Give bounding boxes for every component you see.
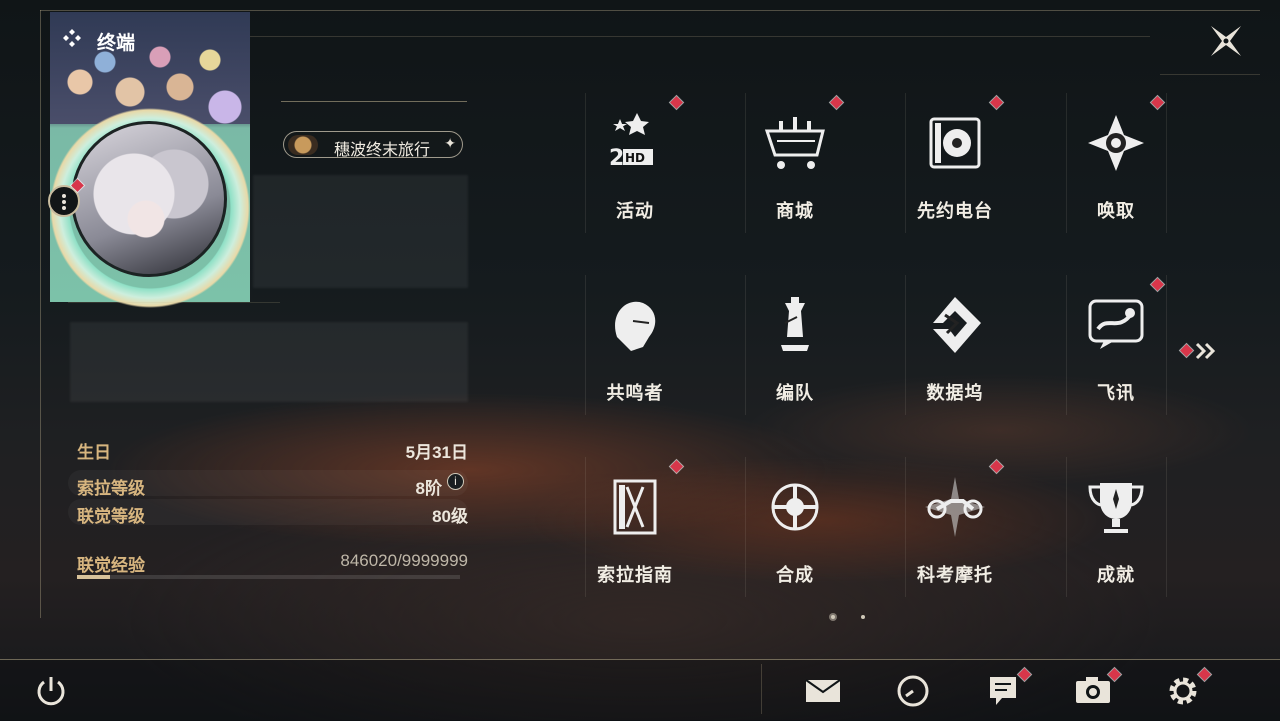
- grid-separator: [585, 275, 586, 415]
- power-icon[interactable]: [30, 670, 72, 712]
- bottom-divider: [761, 664, 762, 714]
- exp-progress-fill: [77, 575, 110, 579]
- grid-item-resonator[interactable]: 共鸣者: [555, 275, 715, 445]
- radio-icon: [929, 117, 981, 169]
- grid-separator: [1166, 275, 1167, 415]
- page-dot[interactable]: [861, 615, 865, 619]
- grid-item-data-bank[interactable]: 数据坞: [875, 275, 1035, 445]
- stat-value-sola-level: 8阶: [415, 479, 442, 498]
- gear-icon[interactable]: [1162, 670, 1204, 712]
- svg-text:2: 2: [609, 146, 624, 171]
- stat-value-union-level: 80级: [432, 507, 468, 526]
- shop-cart-icon: [764, 117, 825, 169]
- grid-item-badge: [830, 96, 843, 109]
- next-page-badge: [1180, 344, 1193, 357]
- grid-item-badge: [1151, 96, 1164, 109]
- grid-item-synthesis[interactable]: 合成: [715, 457, 875, 627]
- stat-label-sola-level: 索拉等级: [77, 479, 145, 498]
- resonator-icon: [615, 301, 656, 351]
- grid-item-badge: [670, 460, 683, 473]
- stat-label-birthday: 生日: [77, 443, 111, 462]
- grid-separator: [905, 93, 906, 233]
- grid-separator: [1166, 457, 1167, 597]
- chess-team-icon: [781, 297, 809, 351]
- frame-top-line: [40, 10, 1260, 11]
- exp-value: 846020/9999999: [340, 551, 468, 570]
- grid-item-label: 数据坞: [926, 383, 984, 403]
- motorcycle-icon: [925, 477, 985, 537]
- grid-item-chat[interactable]: 飞讯: [1036, 275, 1196, 445]
- name-divider: [281, 101, 467, 102]
- grid-separator: [1166, 93, 1167, 233]
- camera-icon[interactable]: [1072, 670, 1114, 712]
- chat-icon: [1088, 299, 1144, 349]
- panel-title: 终端: [97, 33, 136, 54]
- sparkle-icon: ✦: [444, 135, 456, 151]
- grid-item-label: 索拉指南: [597, 565, 673, 585]
- grid-item-badge: [1151, 278, 1164, 291]
- grid-separator: [585, 457, 586, 597]
- exp-label: 联觉经验: [77, 556, 145, 575]
- grid-separator: [745, 275, 746, 415]
- grid-separator: [1066, 93, 1067, 233]
- grid-item-shop-cart[interactable]: 商城: [715, 93, 875, 263]
- grid-separator: [745, 93, 746, 233]
- grid-item-chess-team[interactable]: 编队: [715, 275, 875, 445]
- svg-text:HD: HD: [625, 151, 645, 165]
- avatar[interactable]: [71, 121, 227, 277]
- stat-value-birthday: 5月31日: [405, 443, 468, 462]
- grid-item-badge: [990, 460, 1003, 473]
- grid-separator: [905, 457, 906, 597]
- grid-item-label: 活动: [616, 201, 654, 221]
- data-bank-icon: [933, 297, 981, 353]
- event-2hd-icon: 2 HD: [609, 113, 653, 171]
- grid-separator: [905, 275, 906, 415]
- grid-item-motorcycle[interactable]: 科考摩托: [875, 457, 1035, 627]
- grid-item-trophy[interactable]: 成就: [1036, 457, 1196, 627]
- terminal-diamond-icon: [63, 29, 81, 47]
- clock-history-icon[interactable]: [892, 670, 934, 712]
- grid-item-label: 先约电台: [917, 201, 993, 221]
- double-chevron-right-icon: [1195, 342, 1216, 360]
- blurred-signature-area: [70, 322, 468, 402]
- close-icon[interactable]: [1207, 22, 1245, 60]
- trophy-icon: [1088, 483, 1144, 533]
- grid-item-label: 共鸣者: [606, 383, 664, 403]
- stat-label-union-level: 联觉等级: [77, 507, 145, 526]
- nickname: 穗波终末旅行: [334, 142, 431, 159]
- blurred-uid-area: [253, 175, 468, 288]
- guide-book-icon: [613, 479, 657, 535]
- nickname-badge[interactable]: 穗波终末旅行 ✦: [283, 131, 463, 159]
- grid-separator: [745, 457, 746, 597]
- frame-right-bracket: [1160, 74, 1260, 75]
- next-page-button[interactable]: [1180, 340, 1222, 362]
- grid-item-label: 编队: [776, 383, 814, 403]
- grid-separator: [1066, 457, 1067, 597]
- nickname-badge-pic: [288, 135, 318, 155]
- grid-item-convene[interactable]: 唤取: [1036, 93, 1196, 263]
- convene-icon: [1088, 115, 1144, 171]
- grid-item-event-2hd[interactable]: 2 HD 活动: [555, 93, 715, 263]
- exp-progress-bar: [77, 575, 460, 579]
- grid-item-label: 成就: [1097, 565, 1135, 585]
- grid-item-radio[interactable]: 先约电台: [875, 93, 1035, 263]
- grid-item-guide-book[interactable]: 索拉指南: [555, 457, 715, 627]
- grid-item-badge: [670, 96, 683, 109]
- grid-item-badge: [990, 96, 1003, 109]
- notice-icon[interactable]: [982, 670, 1024, 712]
- page-dot-active[interactable]: [831, 615, 835, 619]
- grid-item-label: 商城: [776, 201, 814, 221]
- mail-icon[interactable]: [802, 670, 844, 712]
- grid-item-label: 飞讯: [1097, 383, 1135, 403]
- grid-item-label: 合成: [776, 565, 814, 585]
- card-divider: [68, 302, 280, 303]
- grid-separator: [1066, 275, 1067, 415]
- frame-inner-top-line: [250, 36, 1150, 37]
- grid-item-label: 唤取: [1097, 201, 1135, 221]
- frame-left-line: [40, 10, 41, 618]
- info-icon[interactable]: i: [447, 473, 464, 490]
- grid-separator: [585, 93, 586, 233]
- synthesis-icon: [771, 483, 819, 531]
- grid-item-label: 科考摩托: [917, 565, 993, 585]
